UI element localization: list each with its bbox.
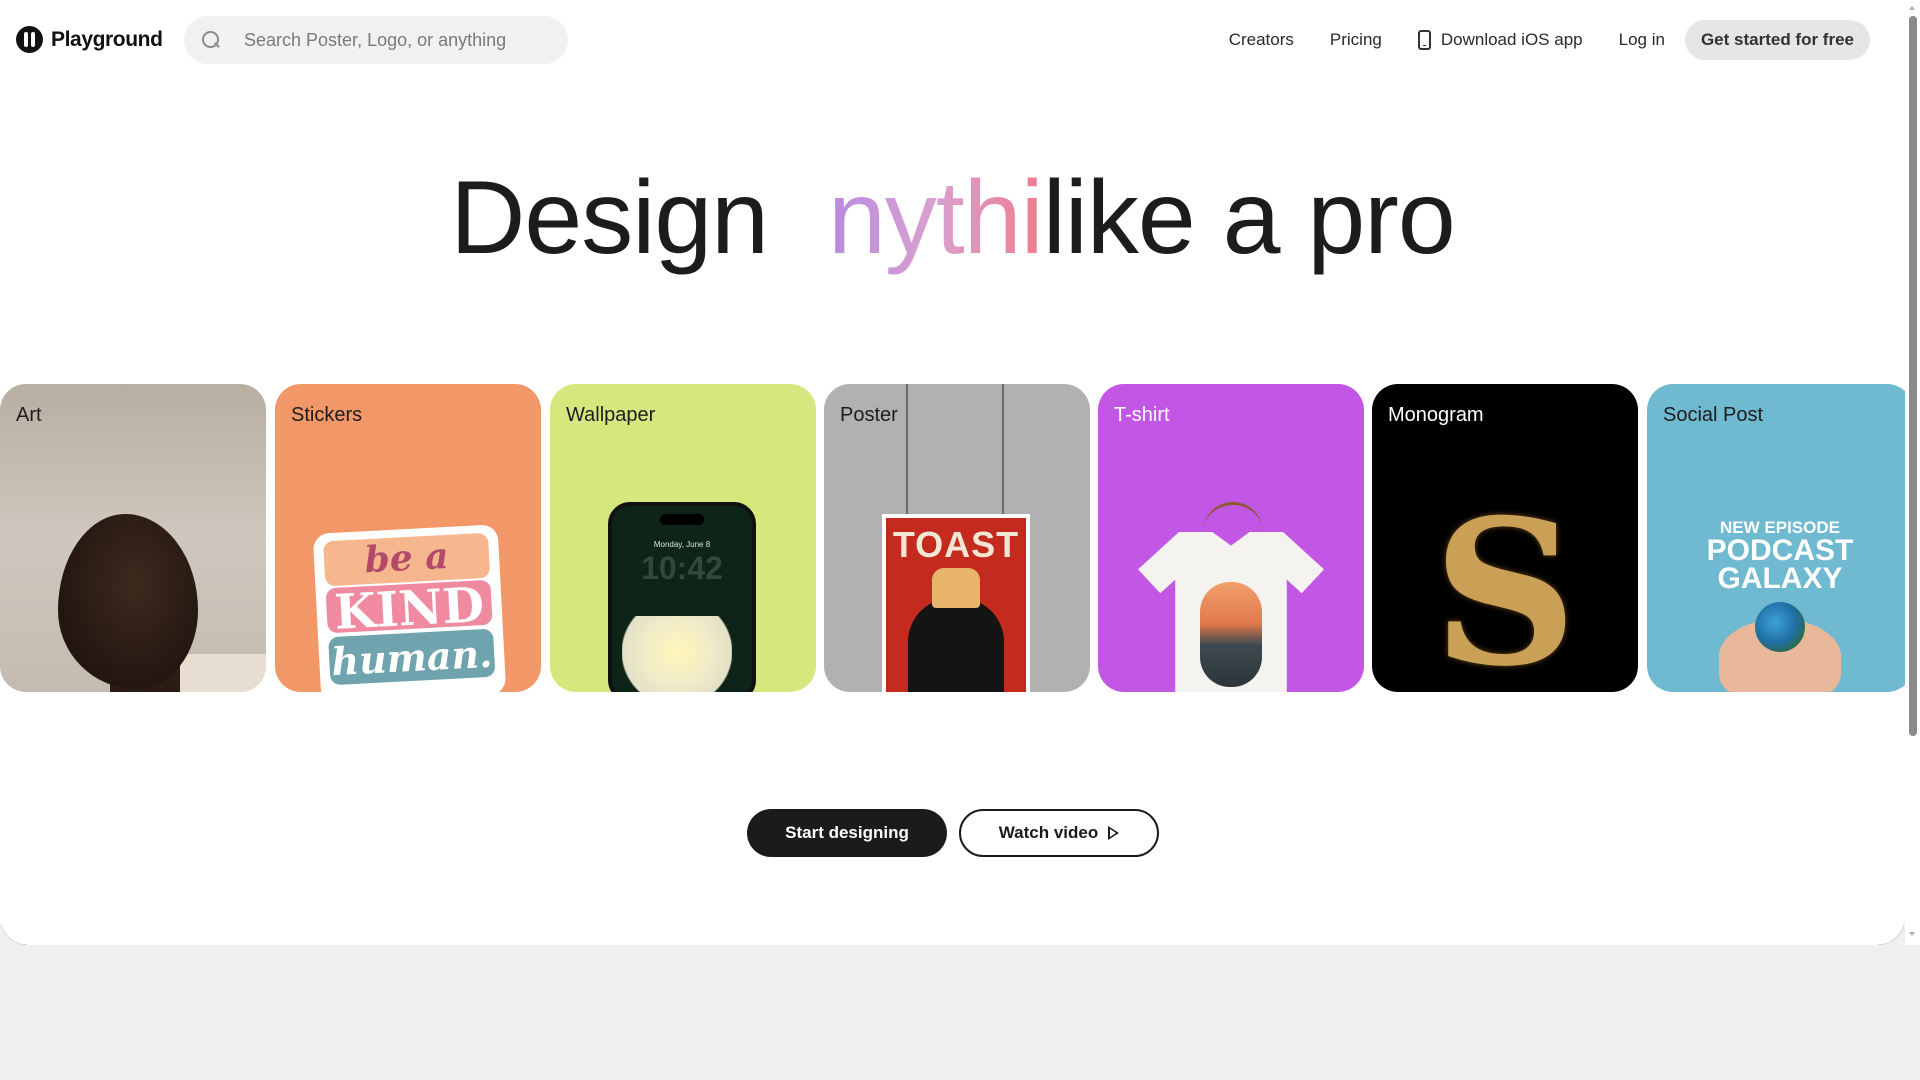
search-icon bbox=[202, 31, 220, 49]
phone-mockup: Monday, June 8 10:42 bbox=[608, 502, 756, 692]
watch-video-label: Watch video bbox=[998, 823, 1099, 842]
hero-animated-word: nythi bbox=[828, 160, 1044, 276]
card-label-monogram: Monogram bbox=[1388, 404, 1484, 426]
card-tshirt[interactable]: T-shirt bbox=[1098, 384, 1364, 692]
social-line-3: GALAXY bbox=[1717, 562, 1843, 595]
page-content: Playground Creators Pricing Download iOS… bbox=[0, 0, 1905, 945]
card-label-tshirt: T-shirt bbox=[1114, 404, 1170, 426]
nav-pricing[interactable]: Pricing bbox=[1330, 30, 1382, 50]
card-label-poster: Poster bbox=[840, 404, 898, 426]
play-icon bbox=[1108, 826, 1120, 840]
hanger-icon bbox=[1203, 502, 1263, 532]
phone-icon bbox=[1417, 30, 1431, 50]
watch-video-button[interactable]: Watch video bbox=[959, 809, 1159, 857]
poster-image: TOAST bbox=[882, 514, 1030, 692]
tulip-image bbox=[622, 616, 732, 692]
scroll-down-arrow-icon[interactable] bbox=[1909, 932, 1915, 936]
scroll-thumb[interactable] bbox=[1909, 16, 1917, 736]
sticker-image: be a KIND human. bbox=[312, 524, 507, 692]
tshirt-print bbox=[1200, 582, 1262, 687]
poster-wire-left bbox=[906, 384, 908, 514]
brand-name: Playground bbox=[51, 27, 163, 51]
card-label-wallpaper: Wallpaper bbox=[566, 404, 656, 426]
search-bar[interactable] bbox=[184, 16, 568, 64]
hero-prefix: Design bbox=[450, 160, 769, 276]
art-portrait-image bbox=[58, 514, 198, 689]
card-label-art: Art bbox=[16, 404, 42, 426]
card-wallpaper[interactable]: Wallpaper Monday, June 8 10:42 bbox=[550, 384, 816, 692]
brand-logo[interactable]: Playground bbox=[16, 26, 163, 53]
phone-time: 10:42 bbox=[641, 550, 723, 586]
card-label-social-post: Social Post bbox=[1663, 404, 1764, 426]
poster-title: TOAST bbox=[892, 524, 1020, 565]
card-monogram[interactable]: Monogram S bbox=[1372, 384, 1638, 692]
get-started-button[interactable]: Get started for free bbox=[1684, 20, 1870, 60]
page: Playground Creators Pricing Download iOS… bbox=[0, 0, 1905, 945]
nav-download-ios[interactable]: Download iOS app bbox=[1417, 30, 1583, 50]
playground-logo-icon bbox=[16, 26, 43, 53]
search-input[interactable] bbox=[242, 28, 542, 52]
scroll-up-arrow-icon[interactable] bbox=[1909, 6, 1915, 10]
hero-headline: Design nythilike a pro bbox=[0, 158, 1905, 278]
hero-suffix: like a pro bbox=[1042, 160, 1456, 276]
card-stickers[interactable]: Stickers be a KIND human. bbox=[275, 384, 541, 692]
monogram-letter: S bbox=[1432, 476, 1578, 693]
tshirt-image bbox=[1138, 532, 1324, 692]
page-scrollbar[interactable] bbox=[1905, 0, 1920, 945]
card-art[interactable]: Art bbox=[0, 384, 266, 692]
globe-image bbox=[1755, 602, 1805, 652]
card-social-post[interactable]: Social Post NEW EPISODE PODCAST GALAXY bbox=[1647, 384, 1905, 692]
nav-creators[interactable]: Creators bbox=[1229, 30, 1294, 50]
nav-login[interactable]: Log in bbox=[1619, 30, 1665, 50]
card-label-stickers: Stickers bbox=[291, 404, 363, 426]
poster-wire-right bbox=[1002, 384, 1004, 514]
phone-date: Monday, June 8 bbox=[653, 540, 711, 549]
nav-download-label: Download iOS app bbox=[1440, 30, 1583, 49]
start-designing-button[interactable]: Start designing bbox=[747, 809, 947, 857]
card-poster[interactable]: Poster TOAST bbox=[824, 384, 1090, 692]
category-carousel: Art Stickers be a KIND human. Wallpaper … bbox=[0, 384, 1905, 692]
top-nav: Creators Pricing Download iOS app Log in… bbox=[1193, 16, 1870, 64]
